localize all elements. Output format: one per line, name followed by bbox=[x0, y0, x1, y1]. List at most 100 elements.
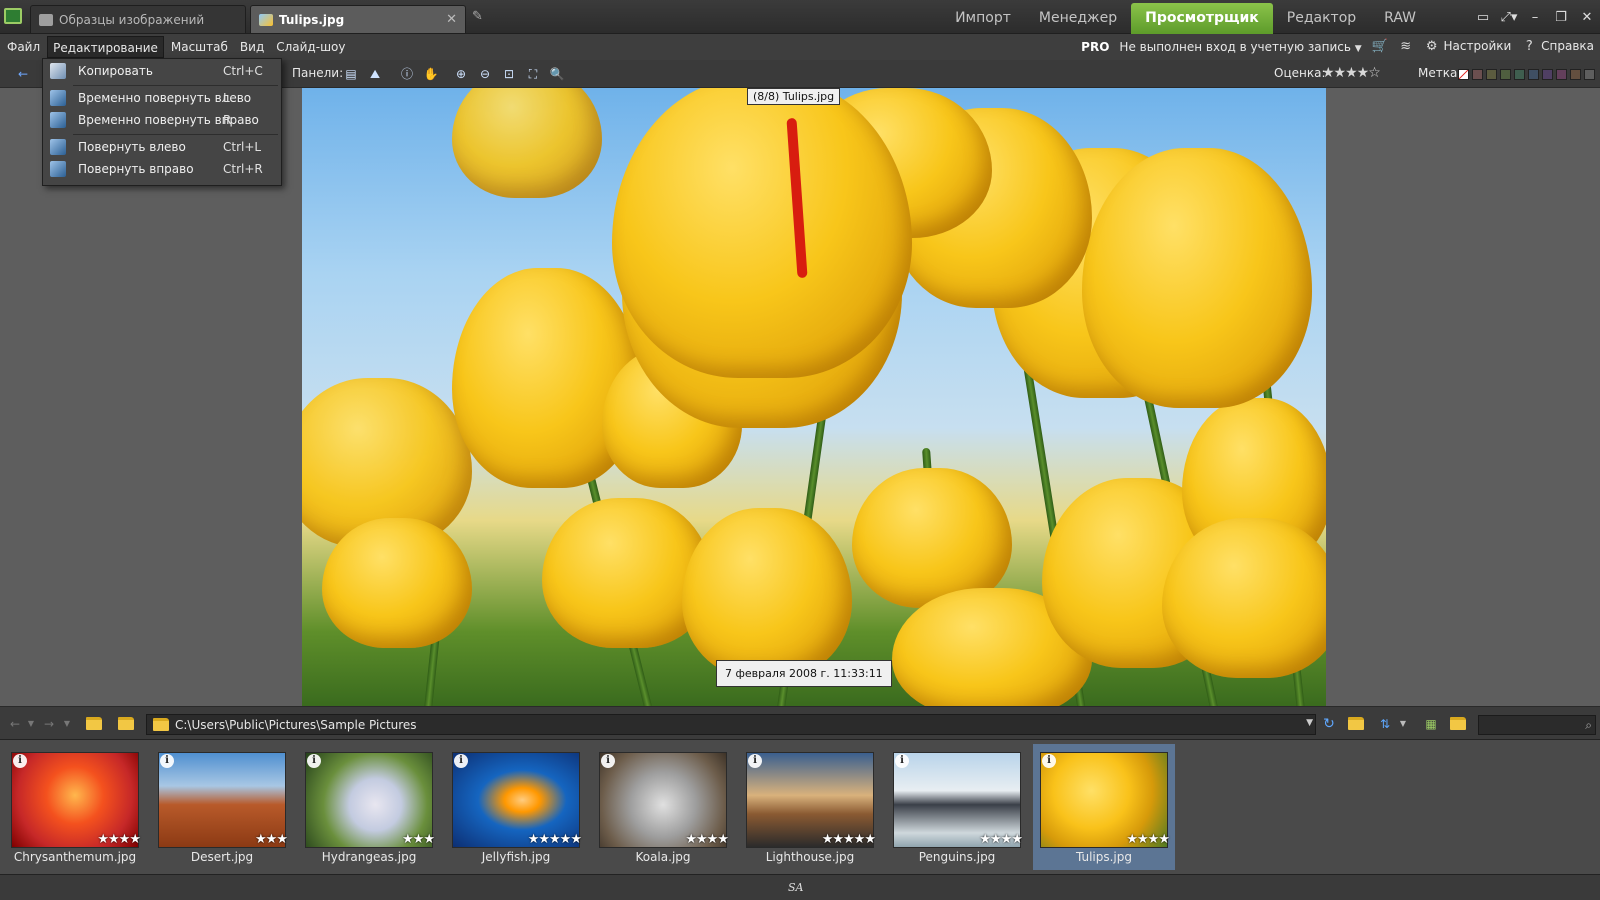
close-tab-icon[interactable]: ✕ bbox=[446, 12, 457, 27]
monitor-icon[interactable]: ▭ bbox=[1470, 10, 1496, 25]
image-index-label: (8/8) Tulips.jpg bbox=[747, 88, 841, 105]
menu-slideshow[interactable]: Слайд-шоу bbox=[271, 36, 350, 58]
chevron-down-icon[interactable]: ▼ bbox=[1394, 716, 1412, 732]
mode-tab-raw[interactable]: RAW bbox=[1370, 3, 1430, 34]
tag-color-swatch[interactable] bbox=[1514, 69, 1525, 80]
menu-item-copy[interactable]: Копировать Ctrl+C bbox=[43, 60, 281, 82]
mode-tab-editor[interactable]: Редактор bbox=[1273, 3, 1370, 34]
tab-tulips[interactable]: Tulips.jpg ✕ bbox=[250, 5, 466, 33]
info-icon[interactable]: i bbox=[748, 754, 762, 768]
menu-edit[interactable]: Редактирование bbox=[47, 36, 164, 58]
thumbnail-stars: ★★★ bbox=[402, 832, 435, 847]
pro-badge[interactable]: PRO bbox=[1081, 40, 1109, 54]
tag-label: Метка: bbox=[1418, 66, 1462, 80]
actual-size-icon[interactable]: ⊡ bbox=[500, 65, 518, 83]
mode-tab-manager[interactable]: Менеджер bbox=[1025, 3, 1131, 34]
folder-up-icon[interactable] bbox=[86, 717, 102, 730]
info-icon[interactable]: i bbox=[1042, 754, 1056, 768]
menu-item-temp-rotate-left[interactable]: Временно повернуть влево L bbox=[43, 87, 281, 109]
zoom-in-icon[interactable]: ⊕ bbox=[452, 65, 470, 83]
rss-icon[interactable]: ≋ bbox=[1398, 39, 1414, 55]
chevron-down-icon[interactable]: ▼ bbox=[22, 716, 40, 732]
thumbnail-item[interactable]: i ★★★★★ Jellyfish.jpg bbox=[445, 744, 587, 870]
menu-separator bbox=[73, 85, 278, 86]
thumbnail-name: Jellyfish.jpg bbox=[481, 850, 551, 864]
info-icon[interactable]: i bbox=[13, 754, 27, 768]
menu-item-rotate-right[interactable]: Повернуть вправо Ctrl+R bbox=[43, 158, 281, 180]
menu-bar: Файл Редактирование Масштаб Вид Слайд-шо… bbox=[0, 34, 1600, 60]
search-input[interactable]: ⌕ bbox=[1478, 715, 1596, 735]
chevron-down-icon: ▼ bbox=[1354, 44, 1362, 54]
info-icon[interactable]: i bbox=[160, 754, 174, 768]
tag-color-swatch[interactable] bbox=[1472, 69, 1483, 80]
thumbnail-name: Lighthouse.jpg bbox=[765, 850, 855, 864]
tulips-photo[interactable]: (8/8) Tulips.jpg 7 февраля 2008 г. 11:33… bbox=[302, 88, 1326, 706]
thumbnail-item[interactable]: i ★★★ Desert.jpg bbox=[151, 744, 293, 870]
fit-window-icon[interactable]: ⛶ bbox=[524, 65, 542, 83]
new-tab-icon[interactable]: ✎ bbox=[472, 9, 488, 25]
tag-color-swatch[interactable] bbox=[1556, 69, 1567, 80]
refresh-icon[interactable]: ↻ bbox=[1320, 716, 1338, 732]
tag-color-swatch[interactable] bbox=[1584, 69, 1595, 80]
info-icon[interactable]: i bbox=[307, 754, 321, 768]
tab-label: Образцы изображений bbox=[59, 12, 205, 27]
thumbnail-item[interactable]: i ★★★★ Chrysanthemum.jpg bbox=[4, 744, 146, 870]
mode-tab-import[interactable]: Импорт bbox=[941, 3, 1025, 34]
image-date-label: 7 февраля 2008 г. 11:33:11 bbox=[716, 660, 892, 687]
thumbnail-name: Hydrangeas.jpg bbox=[321, 850, 417, 864]
tab-sample-pictures[interactable]: Образцы изображений bbox=[30, 5, 246, 33]
thumbnail-item[interactable]: i ★★★ Hydrangeas.jpg bbox=[298, 744, 440, 870]
thumbnail-item[interactable]: i ★★★★ Penguins.jpg bbox=[886, 744, 1028, 870]
magnifier-icon[interactable]: 🔍 bbox=[548, 65, 566, 83]
new-folder-icon[interactable] bbox=[1450, 717, 1466, 730]
menu-item-temp-rotate-right[interactable]: Временно повернуть вправо R bbox=[43, 109, 281, 131]
info-icon[interactable]: i bbox=[601, 754, 615, 768]
info-icon[interactable]: ⓘ bbox=[398, 65, 416, 83]
app-logo-icon[interactable] bbox=[4, 8, 22, 24]
edit-menu-dropdown: Копировать Ctrl+C Временно повернуть вле… bbox=[42, 58, 282, 186]
help-button[interactable]: ? Справка bbox=[1521, 39, 1594, 55]
tulip-flower bbox=[852, 468, 1012, 608]
cart-icon[interactable]: 🛒 bbox=[1372, 39, 1388, 55]
fullscreen-icon[interactable]: ⤢▾ bbox=[1496, 10, 1522, 25]
tag-color-swatch[interactable] bbox=[1500, 69, 1511, 80]
rating-stars[interactable]: ★★★★☆ bbox=[1322, 65, 1381, 81]
back-arrow-icon[interactable]: ← bbox=[14, 65, 32, 83]
info-icon[interactable]: i bbox=[895, 754, 909, 768]
path-input[interactable]: C:\Users\Public\Pictures\Sample Pictures… bbox=[146, 714, 1316, 735]
mode-tab-viewer[interactable]: Просмотрщик bbox=[1131, 3, 1273, 34]
sort-icon[interactable]: ⇅ bbox=[1376, 716, 1394, 732]
tag-color-swatch[interactable] bbox=[1570, 69, 1581, 80]
restore-button[interactable]: ❐ bbox=[1548, 10, 1574, 25]
thumbnail-name: Chrysanthemum.jpg bbox=[13, 850, 137, 864]
forward-arrow-icon[interactable]: → bbox=[40, 716, 58, 732]
folder-favorite-icon[interactable] bbox=[1348, 717, 1364, 730]
zoom-out-icon[interactable]: ⊖ bbox=[476, 65, 494, 83]
settings-button[interactable]: ⚙ Настройки bbox=[1424, 39, 1511, 55]
menu-view[interactable]: Вид bbox=[235, 36, 269, 58]
menu-item-rotate-left[interactable]: Повернуть влево Ctrl+L bbox=[43, 136, 281, 158]
menu-item-label: Временно повернуть вправо bbox=[78, 113, 259, 127]
folder-open-icon[interactable] bbox=[118, 717, 134, 730]
thumbnail-stars: ★★★★ bbox=[685, 832, 729, 847]
chevron-down-icon[interactable]: ▼ bbox=[58, 716, 76, 732]
thumbnail-item-selected[interactable]: i ★★★★ Tulips.jpg bbox=[1033, 744, 1175, 870]
chevron-down-icon[interactable]: ▼ bbox=[1306, 718, 1313, 728]
hand-icon[interactable]: ✋ bbox=[422, 65, 440, 83]
tag-color-swatch[interactable] bbox=[1486, 69, 1497, 80]
thumbnail-item[interactable]: i ★★★★★ Lighthouse.jpg bbox=[739, 744, 881, 870]
info-icon[interactable]: i bbox=[454, 754, 468, 768]
tulip-flower bbox=[1162, 518, 1326, 678]
tag-none-swatch[interactable] bbox=[1458, 69, 1469, 80]
account-dropdown[interactable]: Не выполнен вход в учетную запись ▼ bbox=[1119, 40, 1361, 54]
view-mode-icon[interactable]: ▦ bbox=[1422, 716, 1440, 732]
tag-color-swatch[interactable] bbox=[1528, 69, 1539, 80]
panel-bottom-icon[interactable]: ▤ bbox=[342, 65, 360, 83]
panel-nav-icon[interactable]: ⛰ bbox=[366, 65, 384, 83]
menu-file[interactable]: Файл bbox=[2, 36, 45, 58]
tag-color-swatch[interactable] bbox=[1542, 69, 1553, 80]
close-button[interactable]: ✕ bbox=[1574, 10, 1600, 25]
thumbnail-item[interactable]: i ★★★★ Koala.jpg bbox=[592, 744, 734, 870]
menu-zoom[interactable]: Масштаб bbox=[166, 36, 233, 58]
minimize-button[interactable]: – bbox=[1522, 10, 1548, 25]
